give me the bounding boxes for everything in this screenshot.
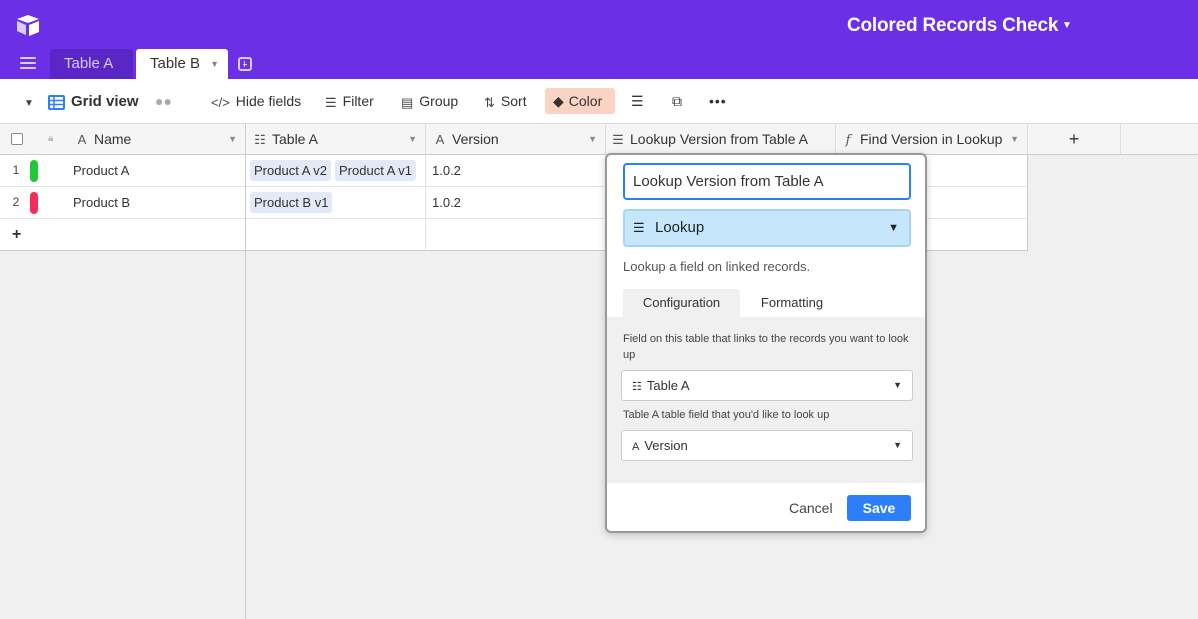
lookup-field-icon: ☰: [633, 220, 645, 235]
column-menu-chevron-icon[interactable]: ▼: [588, 124, 597, 154]
sort-button[interactable]: ⇅ Sort: [484, 79, 527, 124]
row-number: 1: [12, 163, 20, 177]
configuration-panel: Field on this table that links to the re…: [607, 317, 925, 483]
lookup-field-value: Version: [644, 438, 688, 453]
field-name-input[interactable]: Lookup Version from Table A: [623, 163, 911, 200]
paint-bucket-icon: ◆: [553, 93, 564, 109]
chevron-down-icon: ▼: [893, 380, 902, 390]
sort-label: Sort: [500, 93, 527, 109]
share-view-icon[interactable]: ⧉: [672, 79, 682, 124]
filter-label: Filter: [342, 93, 374, 109]
group-label: Group: [419, 93, 459, 109]
record-color-indicator: [30, 160, 38, 182]
airtable-logo-icon[interactable]: [14, 13, 42, 37]
column-header-find-version[interactable]: f Find Version in Lookup ▼: [836, 124, 1028, 155]
cell-version[interactable]: 1.0.2: [432, 187, 461, 219]
tab-formatting[interactable]: Formatting: [747, 289, 837, 317]
link-field-icon: ☷: [632, 381, 642, 393]
text-field-icon: A: [77, 132, 87, 147]
grid-view-icon: [48, 94, 65, 110]
lookup-field-select[interactable]: A Version ▼: [621, 430, 913, 461]
lookup-field-icon: ☰: [612, 132, 624, 147]
hide-fields-label: Hide fields: [235, 93, 302, 109]
more-options-icon[interactable]: •••: [709, 79, 727, 124]
sort-icon: ⇅: [484, 94, 495, 110]
group-button[interactable]: ▤ Group: [401, 79, 458, 124]
view-toolbar: ▼ Grid view ●● </> Hide fields ☰ Filter ▤ G…: [0, 79, 1198, 124]
formula-field-icon: f: [845, 133, 851, 148]
column-header-version-label: Version: [452, 131, 499, 147]
color-button[interactable]: ◆ Color: [545, 88, 615, 114]
views-toggle-chevron-icon[interactable]: ▼: [24, 79, 34, 124]
field-type-select[interactable]: ☰ Lookup ▼: [623, 209, 911, 247]
base-title-chevron-icon[interactable]: ▼: [1062, 20, 1072, 31]
field-type-label: Lookup: [655, 219, 705, 236]
view-name: Grid view: [71, 93, 139, 110]
link-field-label: Field on this table that links to the re…: [623, 333, 909, 361]
header-filler: [1121, 124, 1198, 155]
text-field-icon: A: [632, 441, 640, 453]
hamburger-menu-icon[interactable]: [20, 57, 36, 69]
link-field-value: Table A: [646, 378, 690, 393]
link-field-icon: ☷: [254, 132, 266, 147]
frozen-divider: [245, 155, 246, 250]
field-type-description: Lookup a field on linked records.: [623, 259, 811, 274]
select-all-checkbox[interactable]: [11, 133, 23, 145]
base-title[interactable]: Colored Records Check: [847, 15, 1058, 37]
view-switcher[interactable]: Grid view: [48, 79, 139, 124]
record-color-indicator: [30, 192, 38, 214]
field-config-popup: Lookup Version from Table A ☰ Lookup ▼ L…: [605, 153, 927, 533]
linked-record-pill[interactable]: Product A v2: [250, 160, 331, 181]
column-header-version[interactable]: A Version ▼: [426, 124, 606, 155]
save-button[interactable]: Save: [847, 495, 911, 521]
add-field-button[interactable]: +: [1028, 124, 1121, 155]
column-divider: [1027, 155, 1028, 250]
column-menu-chevron-icon[interactable]: ▼: [228, 124, 237, 154]
linked-record-pill[interactable]: Product B v1: [250, 192, 333, 213]
cell-table-a[interactable]: Product A v2 Product A v1: [250, 155, 426, 187]
color-label: Color: [568, 93, 603, 109]
column-divider: [425, 155, 426, 250]
collaborators-icon[interactable]: ●●: [155, 79, 172, 124]
hide-fields-button[interactable]: </> Hide fields: [211, 79, 301, 124]
linked-record-pill[interactable]: Product A v1: [335, 160, 416, 181]
column-header-lookup-label: Lookup Version from Table A: [630, 131, 808, 147]
link-field-select[interactable]: ☷ Table A ▼: [621, 370, 913, 401]
top-bar: Colored Records Check ▼ Table A Table B …: [0, 0, 1198, 79]
add-record-button[interactable]: +: [12, 219, 21, 251]
filter-icon: ☰: [325, 94, 337, 110]
cell-table-a[interactable]: Product B v1: [250, 187, 426, 219]
tab-configuration[interactable]: Configuration: [623, 289, 740, 317]
tab-chevron-down-icon[interactable]: ▼: [210, 49, 219, 79]
column-header-find-version-label: Find Version in Lookup: [860, 131, 1003, 147]
column-header-name[interactable]: A Name ▼: [66, 124, 246, 155]
filter-button[interactable]: ☰ Filter: [325, 79, 374, 124]
row-height-icon[interactable]: ☰: [631, 79, 644, 124]
tab-table-b[interactable]: Table B ▼: [136, 49, 228, 79]
cancel-button[interactable]: Cancel: [789, 500, 833, 516]
lookup-field-label: Table A table field that you'd like to l…: [623, 409, 830, 421]
lock-icon: 🔒︎: [48, 133, 54, 144]
cell-name[interactable]: Product B: [73, 187, 130, 219]
group-icon: ▤: [401, 94, 414, 110]
column-menu-chevron-icon[interactable]: ▼: [1010, 124, 1019, 154]
header-select-all: 🔒︎: [0, 124, 66, 155]
tab-table-b-label: Table B: [150, 55, 201, 72]
hide-fields-icon: </>: [211, 94, 230, 110]
column-header-table-a[interactable]: ☷ Table A ▼: [246, 124, 426, 155]
chevron-down-icon: ▼: [893, 440, 902, 450]
cell-name[interactable]: Product A: [73, 155, 129, 187]
text-field-icon: A: [435, 132, 445, 147]
row-number: 2: [12, 195, 20, 209]
column-menu-chevron-icon[interactable]: ▼: [408, 124, 417, 154]
tab-table-a[interactable]: Table A: [50, 49, 133, 79]
chevron-down-icon: ▼: [888, 222, 899, 234]
column-header-table-a-label: Table A: [272, 131, 318, 147]
add-table-icon[interactable]: [238, 57, 252, 71]
column-header-name-label: Name: [94, 131, 132, 147]
cell-version[interactable]: 1.0.2: [432, 155, 461, 187]
column-header-lookup[interactable]: ☰ Lookup Version from Table A: [606, 124, 836, 155]
